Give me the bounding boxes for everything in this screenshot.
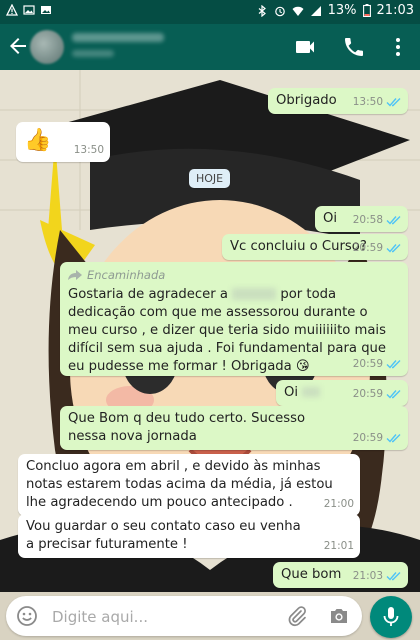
- camera-icon[interactable]: [328, 605, 350, 627]
- contact-info[interactable]: [72, 33, 182, 57]
- battery-icon: [362, 4, 371, 17]
- message-time: 20:59: [352, 358, 383, 370]
- message-input[interactable]: [50, 604, 274, 630]
- bluetooth-icon: [258, 4, 266, 17]
- read-receipt-icon: [386, 98, 401, 107]
- message-text: Que Bom q deu tudo certo. Sucesso nessa …: [68, 411, 306, 444]
- voice-record-button[interactable]: [370, 596, 412, 638]
- message-time: 20:59: [352, 242, 383, 254]
- message-time: 21:03: [352, 570, 383, 582]
- attach-icon[interactable]: [286, 605, 308, 627]
- battery-percent: 13%: [327, 3, 357, 18]
- thumbs-up-emoji: 👍: [24, 128, 52, 153]
- read-receipt-icon: [386, 390, 401, 399]
- read-receipt-icon: [386, 244, 401, 253]
- alarm-icon: [274, 6, 285, 16]
- message-text: Vou guardar o seu contato caso eu venha …: [26, 519, 301, 552]
- message-outgoing[interactable]: Oi 20:58: [315, 206, 408, 232]
- message-text: Que bom: [281, 567, 342, 582]
- message-time: 21:00: [323, 498, 354, 510]
- contact-name-redacted: [72, 33, 164, 42]
- microphone-icon: [383, 607, 399, 626]
- message-time: 20:59: [352, 388, 383, 400]
- message-incoming[interactable]: 👍 13:50: [16, 122, 110, 162]
- read-receipt-icon: [386, 572, 401, 581]
- message-outgoing[interactable]: Vc concluiu o Curso? 20:59: [222, 234, 408, 260]
- message-text: Oi: [323, 211, 338, 226]
- warning-icon: [6, 4, 18, 16]
- message-text: Obrigado: [276, 93, 337, 108]
- message-time: 13:50: [352, 96, 383, 108]
- redacted-name: [232, 288, 277, 300]
- read-receipt-icon: [386, 360, 401, 369]
- chat-header: [0, 24, 420, 70]
- back-arrow-icon[interactable]: [6, 34, 30, 58]
- message-incoming[interactable]: Concluo agora em abril , e devido às min…: [18, 454, 360, 516]
- message-text: Vc concluiu o Curso?: [230, 239, 367, 254]
- message-composer: [6, 596, 362, 636]
- contact-avatar[interactable]: [30, 30, 64, 64]
- message-text: Gostaria de agradecer a: [68, 287, 228, 302]
- message-text: Concluo agora em abril , e devido às min…: [26, 459, 333, 510]
- read-receipt-icon: [386, 216, 401, 225]
- forwarded-label: Encaminhada: [68, 266, 400, 284]
- message-outgoing[interactable]: Que bom 21:03: [273, 562, 408, 588]
- emoji-icon[interactable]: [16, 605, 38, 627]
- image-icon: [23, 5, 35, 15]
- message-outgoing[interactable]: Oi 20:59: [276, 380, 408, 406]
- clock: 21:03: [376, 3, 414, 18]
- message-time: 20:59: [352, 432, 383, 444]
- phone-icon[interactable]: [342, 35, 366, 59]
- message-outgoing-forwarded[interactable]: Encaminhada Gostaria de agradecer a por …: [60, 262, 408, 376]
- more-options-icon[interactable]: [386, 35, 410, 59]
- message-text: Oi: [284, 385, 299, 400]
- read-receipt-icon: [386, 434, 401, 443]
- image-icon: [41, 6, 51, 14]
- forward-icon: [68, 270, 82, 280]
- signal-icon: [310, 5, 321, 16]
- chat-area[interactable]: HOJE Obrigado 13:50 👍 13:50 Oi 20:58 Vc …: [0, 70, 420, 592]
- status-bar: 13% 21:03: [0, 0, 420, 24]
- message-outgoing[interactable]: Que Bom q deu tudo certo. Sucesso nessa …: [60, 406, 408, 450]
- contact-status-redacted: [72, 50, 114, 57]
- message-time: 13:50: [73, 144, 104, 156]
- message-outgoing[interactable]: Obrigado 13:50: [268, 88, 408, 114]
- message-time: 21:01: [323, 540, 354, 552]
- message-time: 20:58: [352, 214, 383, 226]
- wifi-icon: [292, 6, 304, 16]
- message-incoming[interactable]: Vou guardar o seu contato caso eu venha …: [18, 514, 360, 558]
- video-call-icon[interactable]: [293, 35, 317, 59]
- redacted-name: [302, 387, 321, 397]
- date-divider: HOJE: [189, 169, 231, 188]
